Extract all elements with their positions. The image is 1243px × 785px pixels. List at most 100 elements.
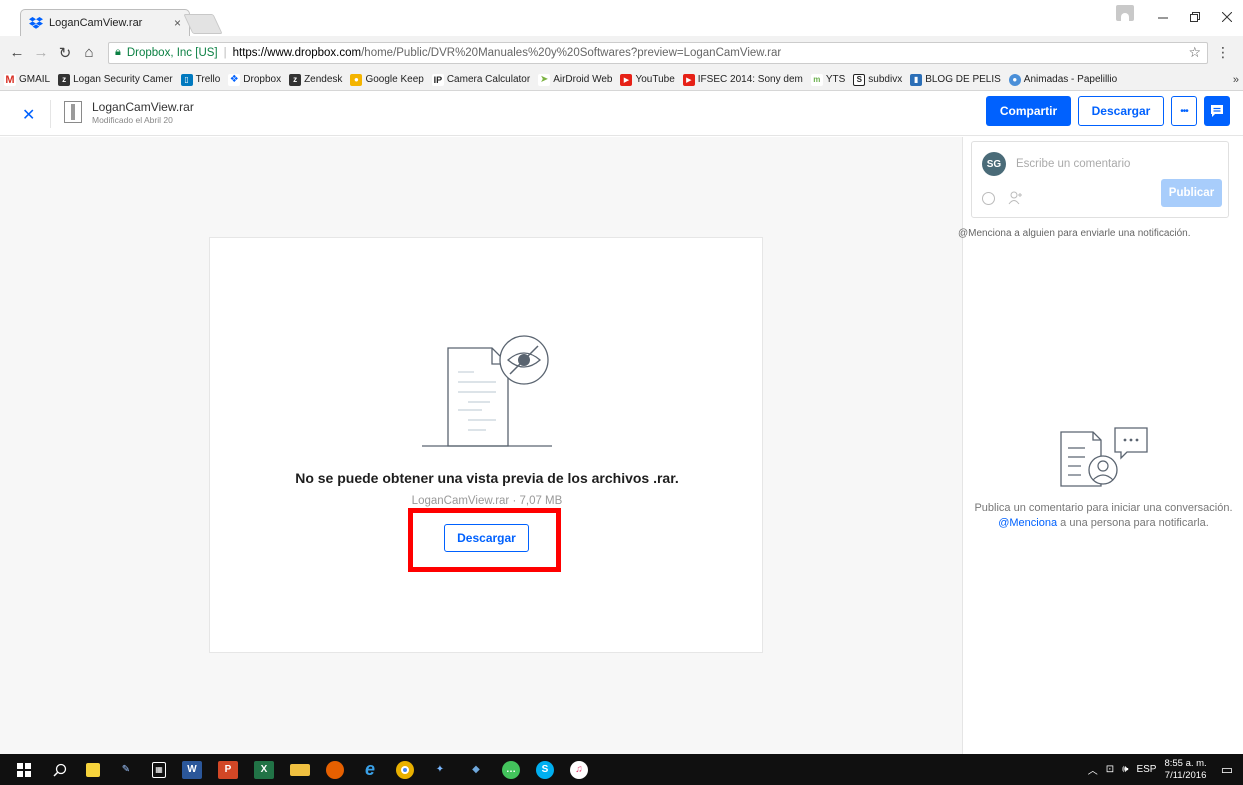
browser-menu-icon[interactable]: ⋮	[1216, 44, 1230, 61]
file-name: LoganCamView.rar	[92, 100, 194, 114]
firefox-icon[interactable]	[326, 760, 344, 779]
browser-tab-strip: LoganCamView.rar ×	[0, 0, 1243, 36]
messenger-icon[interactable]: …	[502, 760, 520, 779]
zendesk-icon: z	[289, 73, 302, 86]
internet-explorer-icon[interactable]: e	[360, 759, 380, 779]
preview-area: No se puede obtener una vista previa de …	[0, 137, 962, 754]
bookmark-zendesk[interactable]: z Zendesk	[289, 73, 342, 86]
url-text: https://www.dropbox.com/home/Public/DVR%…	[232, 46, 782, 59]
windows-taskbar: ✎ ▦ W P X e ✦ ◆ … S ♫ ︿ ⊡ 🕪︎ ESP 8:55 a.…	[0, 754, 1243, 785]
language-indicator[interactable]: ESP	[1136, 764, 1156, 775]
gmail-icon: M	[4, 73, 16, 86]
network-icon[interactable]: ⊡	[1106, 764, 1114, 775]
conversation-icon	[1060, 427, 1148, 487]
close-preview-icon[interactable]: ✕	[22, 105, 35, 125]
bookmark-keep[interactable]: ● Google Keep	[350, 73, 424, 86]
tray-overflow-icon[interactable]: ︿	[1088, 762, 1098, 777]
bookmark-dropbox[interactable]: ❖ Dropbox	[228, 73, 281, 86]
bookmark-subdivx[interactable]: Ssubdivx	[853, 73, 902, 86]
annotation-highlight-box	[408, 508, 561, 572]
tab-close-icon[interactable]: ×	[174, 16, 181, 30]
publish-button[interactable]: Publicar	[1161, 179, 1222, 207]
address-bar[interactable]: 🔒︎ Dropbox, Inc [US] | https://www.dropb…	[108, 41, 1208, 64]
lock-icon: 🔒︎	[115, 46, 121, 58]
bookmark-ifsec[interactable]: ▶ IFSEC 2014: Sony dem	[682, 73, 803, 86]
back-icon[interactable]: ←	[6, 42, 28, 64]
keep-icon: ●	[350, 73, 363, 86]
add-person-icon[interactable]	[1008, 190, 1024, 206]
bookmark-youtube[interactable]: ▶ YouTube	[620, 73, 675, 86]
calculator-icon[interactable]: ▦	[152, 761, 166, 778]
airdroid-icon: ➤	[538, 73, 551, 86]
restore-icon[interactable]	[1182, 6, 1208, 28]
dropbox-preview-header: ✕ LoganCamView.rar Modificado el Abril 2…	[0, 92, 1243, 136]
home-icon[interactable]: ⌂	[78, 42, 100, 64]
comment-composer: SG Publicar	[971, 141, 1229, 218]
windows-start-icon[interactable]	[14, 761, 34, 779]
file-modified-date: Modificado el Abril 20	[92, 115, 173, 125]
bookmark-camera-calculator[interactable]: IP Camera Calculator	[431, 73, 530, 86]
secure-origin-label: Dropbox, Inc [US]	[126, 46, 218, 59]
trello-icon: ▯	[180, 73, 193, 86]
header-divider	[50, 100, 51, 128]
emoji-icon[interactable]	[982, 192, 995, 205]
bookmark-trello[interactable]: ▯ Trello	[180, 73, 220, 86]
word-icon[interactable]: W	[182, 760, 202, 779]
tool-icon[interactable]: ✦	[430, 761, 450, 779]
volume-icon[interactable]: 🕪︎	[1122, 764, 1128, 775]
browser-tab[interactable]: LoganCamView.rar ×	[20, 9, 190, 36]
tab-title: LoganCamView.rar	[49, 17, 143, 29]
clock[interactable]: 8:55 a. m. 7/11/2016	[1164, 758, 1206, 782]
bookmark-airdroid[interactable]: ➤ AirDroid Web	[538, 73, 612, 86]
notifications-icon[interactable]: ▭	[1221, 762, 1233, 778]
itunes-icon[interactable]: ♫	[570, 760, 588, 779]
address-separator: |	[223, 46, 227, 59]
system-tray: ︿ ⊡ 🕪︎ ESP 8:55 a. m. 7/11/2016 ▭	[1088, 754, 1243, 785]
bookmark-star-icon[interactable]: ☆	[1188, 44, 1201, 61]
bookmark-gmail[interactable]: M GMAIL	[4, 73, 50, 86]
preview-card: No se puede obtener una vista previa de …	[209, 237, 763, 653]
excel-icon[interactable]: X	[254, 760, 274, 779]
avatar: SG	[982, 152, 1006, 176]
zendesk-icon: z	[58, 73, 71, 86]
dropbox-icon	[29, 17, 43, 29]
file-explorer-icon[interactable]	[290, 763, 310, 776]
powerpoint-icon[interactable]: P	[218, 760, 238, 779]
comment-icon	[1211, 105, 1223, 117]
reload-icon[interactable]: ↻	[54, 42, 76, 64]
mention-hint: @Menciona a alguien para enviarle una no…	[958, 228, 1191, 239]
bookmark-logan[interactable]: z Logan Security Camer	[58, 73, 173, 86]
subdivx-icon: S	[853, 73, 866, 86]
bookmarks-overflow-icon[interactable]: »	[1233, 74, 1239, 86]
search-icon[interactable]	[50, 761, 70, 779]
more-options-button[interactable]: •••	[1171, 96, 1197, 126]
comment-input[interactable]	[1016, 152, 1216, 176]
bookmark-blog-de-pelis[interactable]: ▮ BLOG DE PELIS	[910, 73, 1001, 86]
dropbox-icon: ❖	[228, 73, 241, 86]
no-preview-eye-icon	[422, 335, 552, 447]
bookmark-animadas[interactable]: ● Animadas - Papelillio	[1008, 73, 1117, 86]
browser-toolbar: ← → ↻ ⌂ 🔒︎ Dropbox, Inc [US] | https://w…	[0, 36, 1243, 69]
header-download-button[interactable]: Descargar	[1078, 96, 1164, 126]
empty-conversation-text: Publica un comentario para iniciar una c…	[974, 502, 1233, 529]
bookmark-yts[interactable]: m YTS	[810, 73, 845, 86]
close-window-icon[interactable]	[1214, 6, 1240, 28]
ip-icon: IP	[431, 73, 444, 86]
youtube-icon: ▶	[682, 73, 695, 86]
minimize-icon[interactable]	[1150, 6, 1176, 28]
chrome-icon[interactable]	[396, 760, 414, 779]
skype-icon[interactable]: S	[536, 760, 554, 779]
comments-toggle-button[interactable]	[1204, 96, 1230, 126]
mention-link[interactable]: @Menciona	[998, 517, 1057, 529]
bookmarks-bar: M GMAIL z Logan Security Camer ▯ Trello ❖ Dr…	[0, 69, 1243, 91]
app-icon[interactable]: ◆	[466, 761, 486, 779]
share-button[interactable]: Compartir	[986, 96, 1071, 126]
paint-icon[interactable]: ✎	[116, 761, 136, 779]
archive-file-icon	[64, 101, 82, 123]
forward-icon[interactable]: →	[30, 42, 52, 64]
profile-icon[interactable]	[1116, 5, 1134, 21]
blog-icon: ▮	[910, 73, 923, 86]
animadas-icon: ●	[1008, 73, 1021, 86]
youtube-icon: ▶	[620, 73, 633, 86]
sticky-notes-icon[interactable]	[86, 762, 100, 777]
